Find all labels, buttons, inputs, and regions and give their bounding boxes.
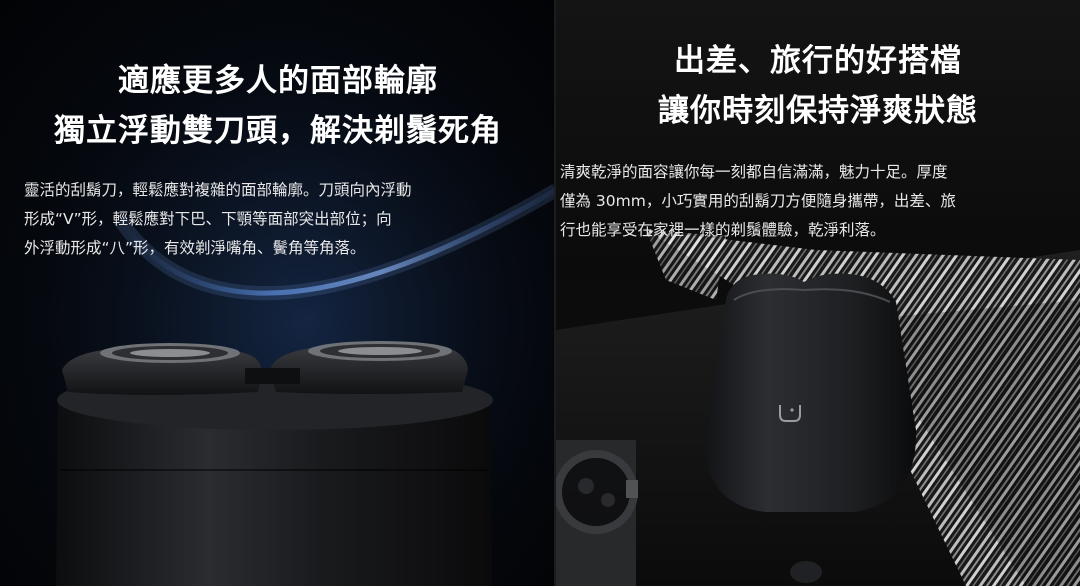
left-title-line1: 適應更多人的面部輪廓 [118, 63, 438, 99]
left-title-line2: 獨立浮動雙刀頭，解決剃鬚死角 [54, 113, 502, 149]
right-body-line3: 行也能享受在家裡一樣的剃鬚體驗，乾淨利落。 [560, 221, 886, 239]
product-banner: 適應更多人的面部輪廓 獨立浮動雙刀頭，解決剃鬚死角 靈活的刮鬍刀，輕鬆應對複雜的… [0, 0, 1080, 586]
left-body-line2: 形成“V”形，輕鬆應對下巴、下顎等面部突出部位；向 [24, 210, 392, 228]
right-body-line2: 僅為 30mm，小巧實用的刮鬍刀方便隨身攜帶，出差、旅 [560, 192, 956, 210]
right-title-line2: 讓你時刻保持淨爽狀態 [658, 93, 978, 129]
right-title: 出差、旅行的好搭檔 讓你時刻保持淨爽狀態 [556, 36, 1080, 136]
left-description: 靈活的刮鬍刀，輕鬆應對複雜的面部輪廓。刀頭向內浮動 形成“V”形，輕鬆應對下巴、… [24, 176, 524, 263]
left-body-line1: 靈活的刮鬍刀，輕鬆應對複雜的面部輪廓。刀頭向內浮動 [24, 181, 412, 199]
left-body-line3: 外浮動形成“八”形，有效剃淨嘴角、鬢角等角落。 [24, 239, 366, 257]
watch [556, 440, 638, 586]
right-title-line1: 出差、旅行的好搭檔 [674, 43, 962, 79]
right-body-line1: 清爽乾淨的面容讓你每一刻都自信滿滿，魅力十足。厚度 [560, 163, 948, 181]
right-description: 清爽乾淨的面容讓你每一刻都自信滿滿，魅力十足。厚度 僅為 30mm，小巧實用的刮… [560, 158, 1076, 245]
right-panel-travel: 出差、旅行的好搭檔 讓你時刻保持淨爽狀態 清爽乾淨的面容讓你每一刻都自信滿滿，魅… [556, 0, 1080, 586]
left-panel-floating-heads: 適應更多人的面部輪廓 獨立浮動雙刀頭，解決剃鬚死角 靈活的刮鬍刀，輕鬆應對複雜的… [0, 0, 556, 586]
left-title: 適應更多人的面部輪廓 獨立浮動雙刀頭，解決剃鬚死角 [0, 56, 556, 156]
